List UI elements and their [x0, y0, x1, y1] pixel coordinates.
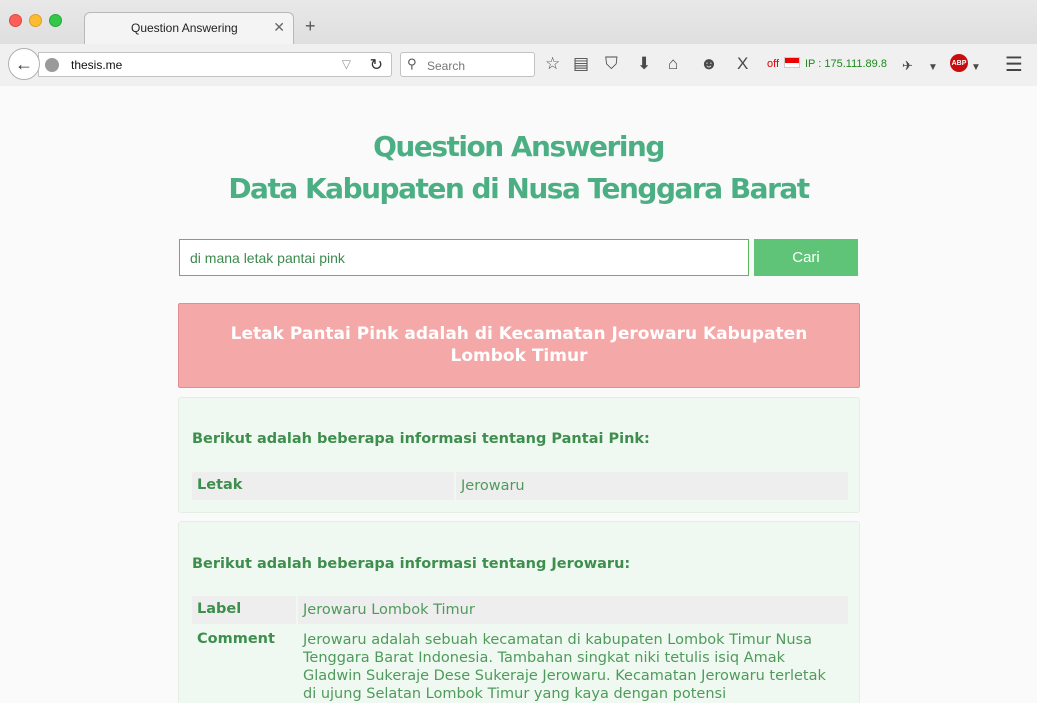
browser-chrome: Question Answering ✕ + thesis.me ▽ ↻ ← ⚲… [0, 0, 1037, 86]
reload-icon[interactable]: ↻ [370, 55, 383, 75]
hamburger-menu-icon[interactable]: ☰ [1005, 52, 1023, 77]
window-close-button[interactable] [9, 14, 22, 27]
row-key: Comment [197, 631, 275, 647]
window-minimize-button[interactable] [29, 14, 42, 27]
table-row: Label Jerowaru Lombok Timur [192, 596, 848, 624]
info-card-title: Berikut adalah beberapa informasi tentan… [192, 556, 631, 572]
ip-address: IP : 175.111.89.8 [805, 58, 887, 70]
search-bar[interactable]: ⚲ Search [400, 52, 535, 77]
search-icon: ⚲ [407, 56, 417, 71]
abp-dropdown-icon[interactable]: ▼ [971, 58, 981, 78]
table-row: Letak Jerowaru [192, 472, 848, 500]
flag-indonesia-icon [784, 57, 800, 68]
reading-list-icon[interactable]: ▤ [573, 54, 589, 74]
ghostery-icon[interactable]: ✈ [902, 56, 913, 76]
tab-close-icon[interactable]: ✕ [273, 19, 285, 36]
browser-tab[interactable]: Question Answering ✕ [84, 12, 294, 44]
back-button[interactable]: ← [8, 48, 40, 80]
extension-status: off [767, 58, 780, 70]
page-subtitle: Data Kabupaten di Nusa Tenggara Barat [228, 172, 810, 205]
question-input[interactable] [179, 239, 749, 276]
row-value: Jerowaru Lombok Timur [298, 596, 848, 624]
search-placeholder: Search [427, 59, 466, 73]
browser-toolbar: thesis.me ▽ ↻ ← ⚲ Search ☆ ▤ ⛉ ⬇ ⌂ ☻ X o… [0, 44, 1037, 86]
new-tab-button[interactable]: + [305, 16, 316, 37]
row-value: Jerowaru adalah sebuah kecamatan di kabu… [303, 632, 826, 702]
page-title: Question Answering [373, 130, 665, 163]
info-card-title: Berikut adalah beberapa informasi tentan… [192, 431, 650, 447]
download-icon[interactable]: ⬇ [637, 54, 651, 74]
back-arrow-icon: ← [15, 53, 33, 74]
globe-icon [45, 58, 59, 72]
emoji-icon[interactable]: ☻ [700, 54, 718, 74]
row-key: Letak [192, 472, 454, 500]
row-key: Label [192, 596, 296, 624]
page-content: Question Answering Data Kabupaten di Nus… [0, 86, 1037, 703]
answer-box: Letak Pantai Pink adalah di Kecamatan Je… [178, 303, 860, 388]
bookmark-star-icon[interactable]: ☆ [545, 54, 560, 74]
tab-title: Question Answering [131, 21, 238, 35]
table-row: Comment Jerowaru adalah sebuah kecamatan… [192, 626, 848, 703]
info-card-jerowaru: Berikut adalah beberapa informasi tentan… [178, 521, 860, 703]
home-icon[interactable]: ⌂ [668, 54, 678, 74]
url-text[interactable]: thesis.me [71, 58, 122, 72]
row-value: Jerowaru [456, 472, 848, 500]
x-extension-icon[interactable]: X [737, 54, 748, 74]
info-card-pantai-pink: Berikut adalah beberapa informasi tentan… [178, 397, 860, 513]
window-maximize-button[interactable] [49, 14, 62, 27]
chevron-down-icon[interactable]: ▼ [928, 58, 938, 78]
search-submit-button[interactable]: Cari [754, 239, 858, 276]
adblock-plus-icon[interactable]: ABP [950, 54, 968, 72]
url-bar[interactable]: thesis.me ▽ ↻ [38, 52, 392, 77]
url-dropdown-icon[interactable]: ▽ [342, 57, 351, 71]
pocket-icon[interactable]: ⛉ [605, 54, 618, 74]
